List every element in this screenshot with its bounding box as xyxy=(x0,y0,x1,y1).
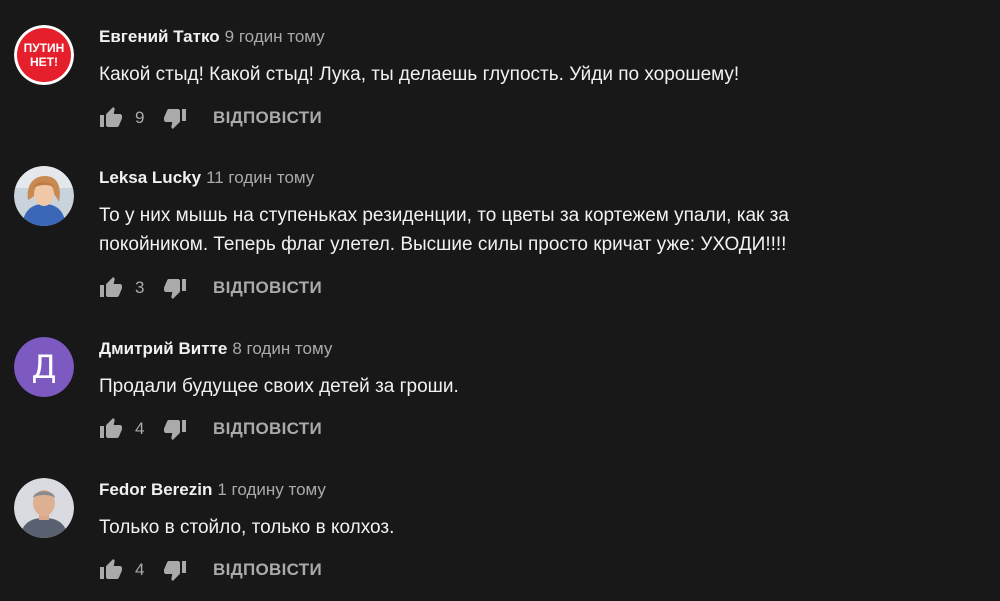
comment-actions: 4 ВІДПОВІСТИ xyxy=(99,555,322,585)
comment-text: То у них мышь на ступеньках резиденции, … xyxy=(99,205,789,255)
comment-text: Продали будущее своих детей за гроши. xyxy=(99,376,459,397)
author-name[interactable]: Дмитрий Витте xyxy=(99,339,227,358)
dislike-button[interactable] xyxy=(163,276,187,300)
like-count: 4 xyxy=(135,560,145,579)
like-count: 9 xyxy=(135,108,145,127)
badge-line1: ПУТИН xyxy=(24,41,65,55)
thumbs-down-icon xyxy=(164,279,186,299)
comment-time[interactable]: 8 годин тому xyxy=(232,339,332,358)
comment-meta: Leksa Lucky 11 годин тому xyxy=(99,166,980,190)
comment-time[interactable]: 1 годину тому xyxy=(217,480,326,499)
comment-actions: 9 ВІДПОВІСТИ xyxy=(99,103,322,133)
dislike-button[interactable] xyxy=(163,106,187,130)
dislike-button[interactable] xyxy=(163,558,187,582)
like-button[interactable] xyxy=(99,106,123,130)
avatar[interactable]: Д xyxy=(14,337,74,397)
user-photo-icon xyxy=(14,166,74,226)
like-button[interactable] xyxy=(99,558,123,582)
thumbs-down-icon xyxy=(164,420,186,440)
comment-meta: Дмитрий Витте 8 годин тому xyxy=(99,337,980,361)
avatar[interactable] xyxy=(14,166,74,226)
thumbs-up-icon xyxy=(100,418,122,438)
reply-button[interactable]: ВІДПОВІСТИ xyxy=(213,560,322,580)
comment-body: Fedor Berezin 1 годину тому Только в стой… xyxy=(99,478,980,542)
dislike-button[interactable] xyxy=(163,417,187,441)
author-name[interactable]: Leksa Lucky xyxy=(99,168,201,187)
comment-time[interactable]: 11 годин тому xyxy=(206,168,314,187)
like-count: 3 xyxy=(135,278,145,297)
thumbs-down-icon xyxy=(164,109,186,129)
user-photo-icon xyxy=(14,478,74,538)
comment-actions: 4 ВІДПОВІСТИ xyxy=(99,414,322,444)
comment-meta: Евгений Татко 9 годин тому xyxy=(99,25,980,49)
thumbs-down-icon xyxy=(164,561,186,581)
avatar[interactable] xyxy=(14,478,74,538)
like-button[interactable] xyxy=(99,417,123,441)
comment-text: Только в стойло, только в колхоз. xyxy=(99,517,395,538)
comment-time[interactable]: 9 годин тому xyxy=(225,27,325,46)
reply-button[interactable]: ВІДПОВІСТИ xyxy=(213,419,322,439)
comment-body: Дмитрий Витте 8 годин тому Продали будуще… xyxy=(99,337,980,401)
thumbs-up-icon xyxy=(100,559,122,579)
comments-thread: ПУТИН НЕТ! Евгений Татко 9 годин тому Как… xyxy=(0,0,1000,601)
avatar[interactable]: ПУТИН НЕТ! xyxy=(14,25,74,85)
comment-body: Евгений Татко 9 годин тому Какой стыд! Ка… xyxy=(99,25,980,89)
like-button[interactable] xyxy=(99,276,123,300)
author-name[interactable]: Евгений Татко xyxy=(99,27,220,46)
comment-actions: 3 ВІДПОВІСТИ xyxy=(99,273,322,303)
reply-button[interactable]: ВІДПОВІСТИ xyxy=(213,278,322,298)
letter-avatar: Д xyxy=(14,337,74,397)
comment-body: Leksa Lucky 11 годин тому То у них мышь н… xyxy=(99,166,980,259)
reply-button[interactable]: ВІДПОВІСТИ xyxy=(213,108,322,128)
badge-line2: НЕТ! xyxy=(30,55,58,69)
putin-net-badge-icon: ПУТИН НЕТ! xyxy=(14,25,74,85)
like-count: 4 xyxy=(135,419,145,438)
author-name[interactable]: Fedor Berezin xyxy=(99,480,212,499)
thumbs-up-icon xyxy=(100,277,122,297)
comment-text: Какой стыд! Какой стыд! Лука, ты делаешь… xyxy=(99,64,740,85)
thumbs-up-icon xyxy=(100,107,122,127)
comment-meta: Fedor Berezin 1 годину тому xyxy=(99,478,980,502)
